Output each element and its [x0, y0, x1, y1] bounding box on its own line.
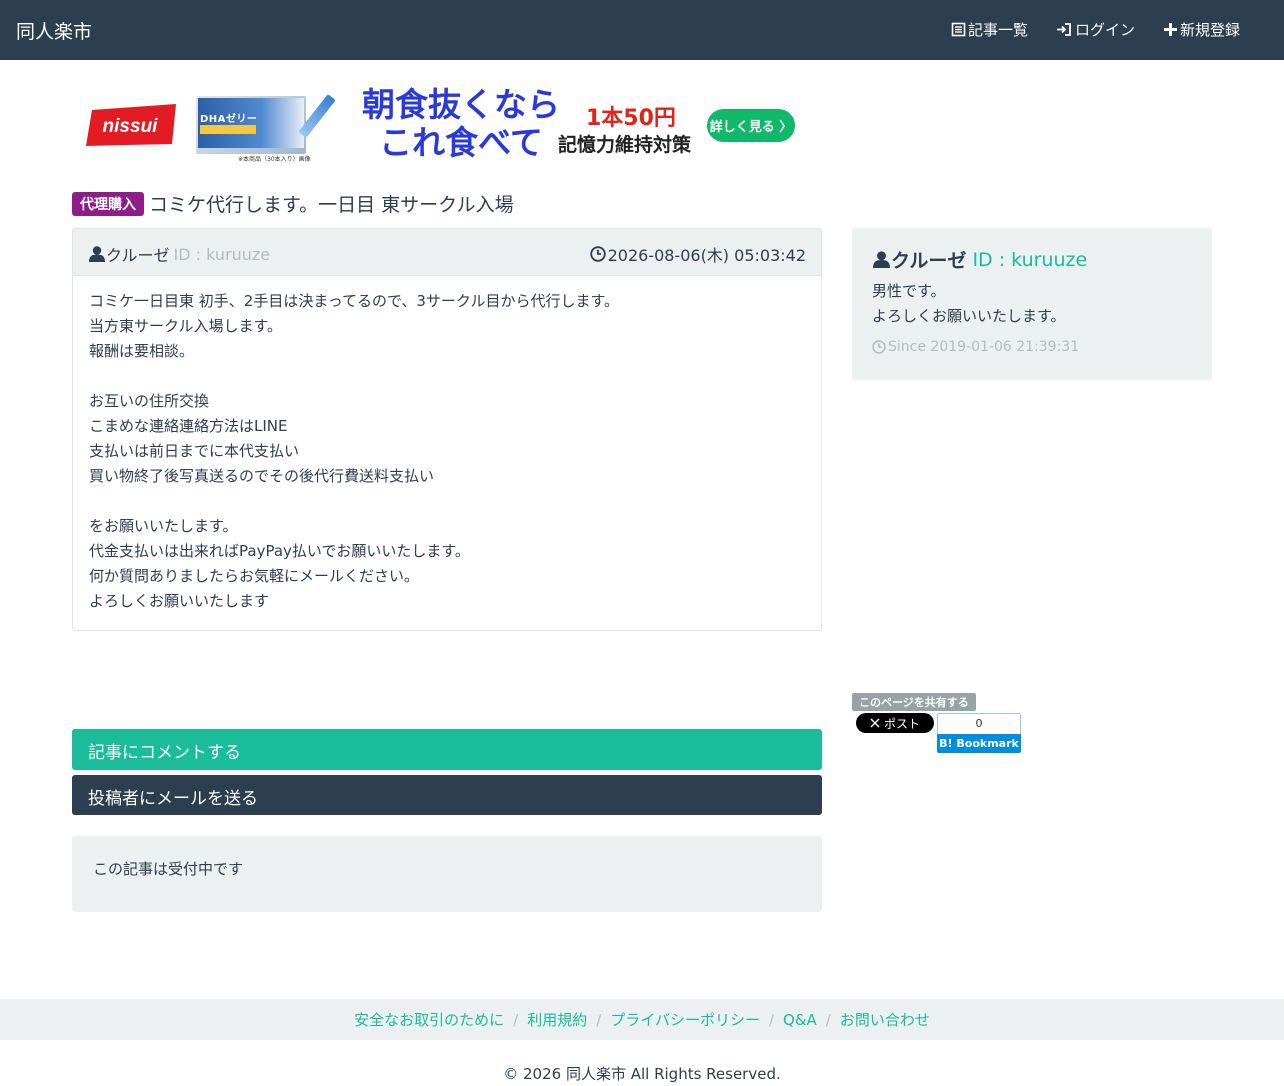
login-icon	[1056, 23, 1071, 36]
profile-id: ID : kuruuze	[972, 248, 1088, 271]
nav-article-list-label: 記事一覧	[967, 21, 1028, 39]
post-author-name: クルーゼ	[106, 246, 170, 265]
post-panel-header: クルーゼ ID : kuruuze 2026-08-06(木) 05:03:42	[73, 229, 821, 276]
post-body: コミケ一日目東 初手、2手目は決まってるので、3サークル目から代行します。 当方…	[89, 292, 619, 610]
ad-product-title: DHAゼリー	[200, 114, 258, 125]
footer-link-safety[interactable]: 安全なお取引のために	[354, 1009, 504, 1030]
status-message: この記事は受付中です	[72, 836, 822, 912]
nav-register[interactable]: 新規登録	[1163, 19, 1240, 40]
list-icon	[951, 22, 966, 37]
svg-text:nissui: nissui	[103, 116, 159, 137]
footer-link-privacy[interactable]: プライバシーポリシー	[610, 1009, 760, 1030]
clock-icon	[872, 340, 886, 354]
profile-name: クルーゼ	[891, 250, 967, 272]
user-icon	[89, 246, 105, 262]
profile-since-text: Since 2019-01-06 21:39:31	[888, 339, 1080, 355]
footer-links: 安全なお取引のために / 利用規約 / プライバシーポリシー / Q&A / お…	[0, 999, 1284, 1040]
hatena-bookmark-button[interactable]: 0 B! Bookmark	[937, 713, 1021, 753]
hatena-b-icon: B!	[939, 737, 957, 750]
mail-button[interactable]: 投稿者にメールを送る	[72, 775, 822, 815]
footer-link-qa[interactable]: Q&A	[783, 1011, 817, 1029]
nissui-logo: nissui	[86, 104, 176, 146]
profile-bio: 男性です。 よろしくお願いいたします。	[872, 282, 1066, 325]
footer-separator: /	[768, 1010, 775, 1029]
ad-price: 1本50円	[586, 106, 676, 131]
hatena-count: 0	[937, 713, 1021, 734]
share-label: このページを共有する	[852, 693, 976, 711]
footer-separator: /	[825, 1010, 831, 1029]
clock-icon	[589, 246, 606, 262]
profile-card: クルーゼ ID : kuruuze 男性です。 よろしくお願いいたします。 Si…	[852, 228, 1212, 380]
footer-separator: /	[513, 1010, 519, 1029]
post-title: 代理購入 コミケ代行します。一日目 東サークル入場	[72, 190, 514, 217]
nav-login[interactable]: ログイン	[1056, 19, 1135, 40]
navbar: 同人楽市 記事一覧 ログイン 新規登録	[0, 0, 1284, 60]
site-brand[interactable]: 同人楽市	[16, 17, 92, 44]
plus-icon	[1163, 23, 1177, 36]
ad-subline: 記憶力維持対策	[558, 134, 692, 156]
category-badge[interactable]: 代理購入	[72, 191, 144, 216]
x-post-button[interactable]: ポスト	[856, 713, 934, 733]
profile-since: Since 2019-01-06 21:39:31	[872, 339, 1192, 355]
ad-headline-line1: 朝食抜くなら	[362, 85, 560, 124]
profile-name-row[interactable]: クルーゼ ID : kuruuze	[872, 246, 1192, 273]
post-date: 2026-08-06(木) 05:03:42	[589, 242, 806, 266]
post-author-id: ID : kuruuze	[173, 244, 271, 264]
footer-separator: /	[596, 1010, 602, 1029]
footer-link-terms[interactable]: 利用規約	[527, 1009, 587, 1030]
nav-article-list[interactable]: 記事一覧	[951, 19, 1028, 40]
user-icon	[873, 251, 890, 268]
x-logo-icon	[870, 718, 880, 728]
nav-login-label: ログイン	[1074, 21, 1135, 39]
ad-details-button[interactable]: 詳しく見る 〉	[707, 109, 795, 142]
hatena-button-face: B! Bookmark	[937, 734, 1021, 753]
footer-link-contact[interactable]: お問い合わせ	[840, 1009, 930, 1030]
ad-product-image: DHAゼリー ※本商品（30本入り）画像	[196, 94, 336, 163]
ad-product-note: ※本商品（30本入り）画像	[238, 156, 311, 163]
comment-button[interactable]: 記事にコメントする	[72, 729, 822, 770]
ad-headline: 朝食抜くなら これ食べて	[356, 86, 566, 162]
ad-headline-line2: これ食べて	[379, 123, 543, 162]
post-author[interactable]: クルーゼ ID : kuruuze	[88, 242, 270, 266]
hatena-label: Bookmark	[956, 737, 1019, 750]
nav-links: 記事一覧 ログイン 新規登録	[951, 19, 1240, 40]
nav-register-label: 新規登録	[1179, 21, 1240, 39]
post-title-text: コミケ代行します。一日目 東サークル入場	[149, 194, 514, 216]
post-datetime: 2026-08-06(木) 05:03:42	[607, 246, 806, 265]
ad-banner[interactable]: nissui DHAゼリー ※本商品（30本入り）画像 朝食抜くなら これ食べて…	[80, 86, 800, 166]
copyright: © 2026 同人楽市 All Rights Reserved.	[503, 1065, 781, 1083]
post-panel: クルーゼ ID : kuruuze 2026-08-06(木) 05:03:42…	[72, 228, 822, 631]
x-post-label: ポスト	[883, 716, 920, 731]
